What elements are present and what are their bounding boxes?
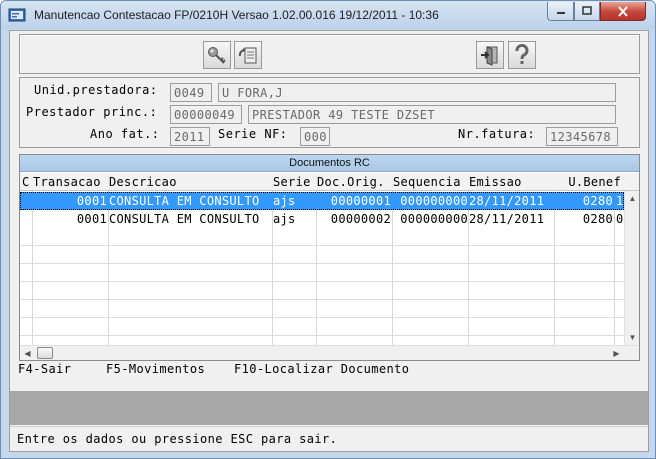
grid-caption: Documentos RC bbox=[20, 155, 639, 172]
cell-sequencia: 000000000 bbox=[400, 194, 468, 208]
column-header-emissao[interactable]: Emissao bbox=[469, 173, 555, 191]
ano-fat-field[interactable]: 2011 bbox=[170, 127, 210, 146]
vertical-scrollbar[interactable]: ▲ ▼ bbox=[624, 191, 639, 345]
progress-app-icon bbox=[8, 7, 26, 23]
documents-grid[interactable]: Documentos RC C Transacao Descricao Seri… bbox=[19, 154, 640, 361]
row-divider bbox=[20, 245, 624, 246]
minimize-button[interactable] bbox=[547, 2, 574, 21]
cell-emissao: 28/11/2011 bbox=[469, 212, 545, 226]
key-button[interactable] bbox=[203, 41, 231, 69]
status-bar: Entre os dados ou pressione ESC para sai… bbox=[10, 426, 648, 451]
exit-door-icon bbox=[481, 46, 498, 66]
title-bar[interactable]: Manutencao Contestacao FP/0210H Versao 1… bbox=[1, 1, 655, 29]
application-window: Manutencao Contestacao FP/0210H Versao 1… bbox=[0, 0, 656, 459]
maximize-icon bbox=[582, 6, 592, 15]
cell-sequencia: 000000000 bbox=[400, 212, 468, 226]
client-area: Unid.prestadora: 0049 U FORA,J Prestador… bbox=[9, 30, 649, 452]
function-keys-bar: F4-Sair F5-Movimentos F10-Localizar Docu… bbox=[18, 362, 638, 378]
cell-descricao: CONSULTA EM CONSULTO bbox=[109, 194, 260, 208]
nr-fatura-field[interactable]: 12345678 bbox=[546, 127, 618, 146]
scroll-up-icon[interactable]: ▲ bbox=[625, 191, 639, 206]
refresh-document-icon bbox=[238, 47, 257, 64]
serie-nf-field[interactable]: 000 bbox=[300, 127, 330, 146]
nr-fatura-label: Nr.fatura: bbox=[458, 127, 536, 141]
cell-overflow: 0 bbox=[616, 212, 624, 226]
cell-serie: ajs bbox=[273, 212, 296, 226]
column-header-descricao[interactable]: Descricao bbox=[109, 173, 271, 191]
close-icon bbox=[618, 5, 628, 17]
row-divider bbox=[20, 263, 624, 264]
maximize-button[interactable] bbox=[574, 2, 600, 21]
table-row[interactable]: 0001 CONSULTA EM CONSULTO ajs 00000002 0… bbox=[20, 210, 624, 228]
table-row[interactable]: 0001 CONSULTA EM CONSULTO ajs 00000001 0… bbox=[20, 192, 624, 210]
cell-transacao: 0001 bbox=[76, 212, 107, 226]
row-divider bbox=[20, 335, 624, 336]
f10-find-document-key[interactable]: F10-Localizar Documento bbox=[234, 362, 409, 376]
unid-prestadora-code-field[interactable]: 0049 bbox=[170, 83, 212, 102]
prestador-principal-code-field[interactable]: 00000049 bbox=[170, 105, 242, 124]
column-header-c[interactable]: C bbox=[22, 173, 32, 191]
f4-exit-key[interactable]: F4-Sair bbox=[18, 362, 71, 376]
scroll-thumb[interactable] bbox=[37, 347, 53, 359]
serie-nf-label: Serie NF: bbox=[218, 127, 288, 141]
column-header-sequencia[interactable]: Sequencia bbox=[393, 173, 469, 191]
status-message: Entre os dados ou pressione ESC para sai… bbox=[17, 432, 338, 446]
cell-c bbox=[22, 210, 32, 228]
ano-fat-label: Ano fat.: bbox=[90, 127, 160, 141]
toolbar bbox=[19, 34, 640, 74]
column-header-serie[interactable]: Serie bbox=[273, 173, 317, 191]
cell-doc-orig: 00000002 bbox=[330, 212, 391, 226]
close-button[interactable] bbox=[600, 2, 646, 21]
column-header-transacao[interactable]: Transacao bbox=[33, 173, 109, 191]
refresh-document-button[interactable] bbox=[234, 41, 262, 69]
cell-serie: ajs bbox=[273, 194, 296, 208]
column-header-u-benef[interactable]: U.Benef bbox=[555, 173, 621, 191]
cell-transacao: 0001 bbox=[76, 194, 107, 208]
cell-u-benef: 0280 bbox=[582, 194, 613, 208]
grid-header: C Transacao Descricao Serie Doc.Orig. Se… bbox=[20, 173, 639, 191]
exit-door-button[interactable] bbox=[476, 41, 504, 69]
scroll-right-icon[interactable]: ▶ bbox=[609, 346, 624, 360]
prestador-principal-label: Prestador princ.: bbox=[26, 105, 158, 119]
row-divider bbox=[20, 281, 624, 282]
cell-doc-orig: 00000001 bbox=[330, 194, 391, 208]
minimize-icon bbox=[556, 12, 565, 14]
help-button[interactable] bbox=[508, 41, 536, 69]
horizontal-scrollbar[interactable]: ◀ ▶ bbox=[20, 345, 639, 360]
cell-descricao: CONSULTA EM CONSULTO bbox=[109, 212, 260, 226]
cell-u-benef: 0280 bbox=[582, 212, 613, 226]
row-divider bbox=[20, 317, 624, 318]
prestador-principal-name-field[interactable]: PRESTADOR 49 TESTE DZSET bbox=[248, 105, 616, 124]
cell-emissao: 28/11/2011 bbox=[469, 194, 545, 208]
cell-c bbox=[22, 192, 32, 210]
column-header-doc-orig[interactable]: Doc.Orig. bbox=[317, 173, 393, 191]
window-title: Manutencao Contestacao FP/0210H Versao 1… bbox=[34, 8, 439, 22]
scroll-down-icon[interactable]: ▼ bbox=[625, 330, 639, 345]
scroll-left-icon[interactable]: ◀ bbox=[20, 346, 35, 360]
unid-prestadora-name-field[interactable]: U FORA,J bbox=[218, 83, 616, 102]
key-icon bbox=[208, 47, 226, 64]
f5-movements-key[interactable]: F5-Movimentos bbox=[106, 362, 205, 376]
row-divider bbox=[20, 299, 624, 300]
message-area bbox=[10, 391, 648, 425]
unid-prestadora-label: Unid.prestadora: bbox=[34, 83, 158, 97]
filter-form: Unid.prestadora: 0049 U FORA,J Prestador… bbox=[19, 77, 640, 148]
cell-overflow: 1 bbox=[616, 194, 624, 208]
help-icon bbox=[515, 44, 529, 64]
